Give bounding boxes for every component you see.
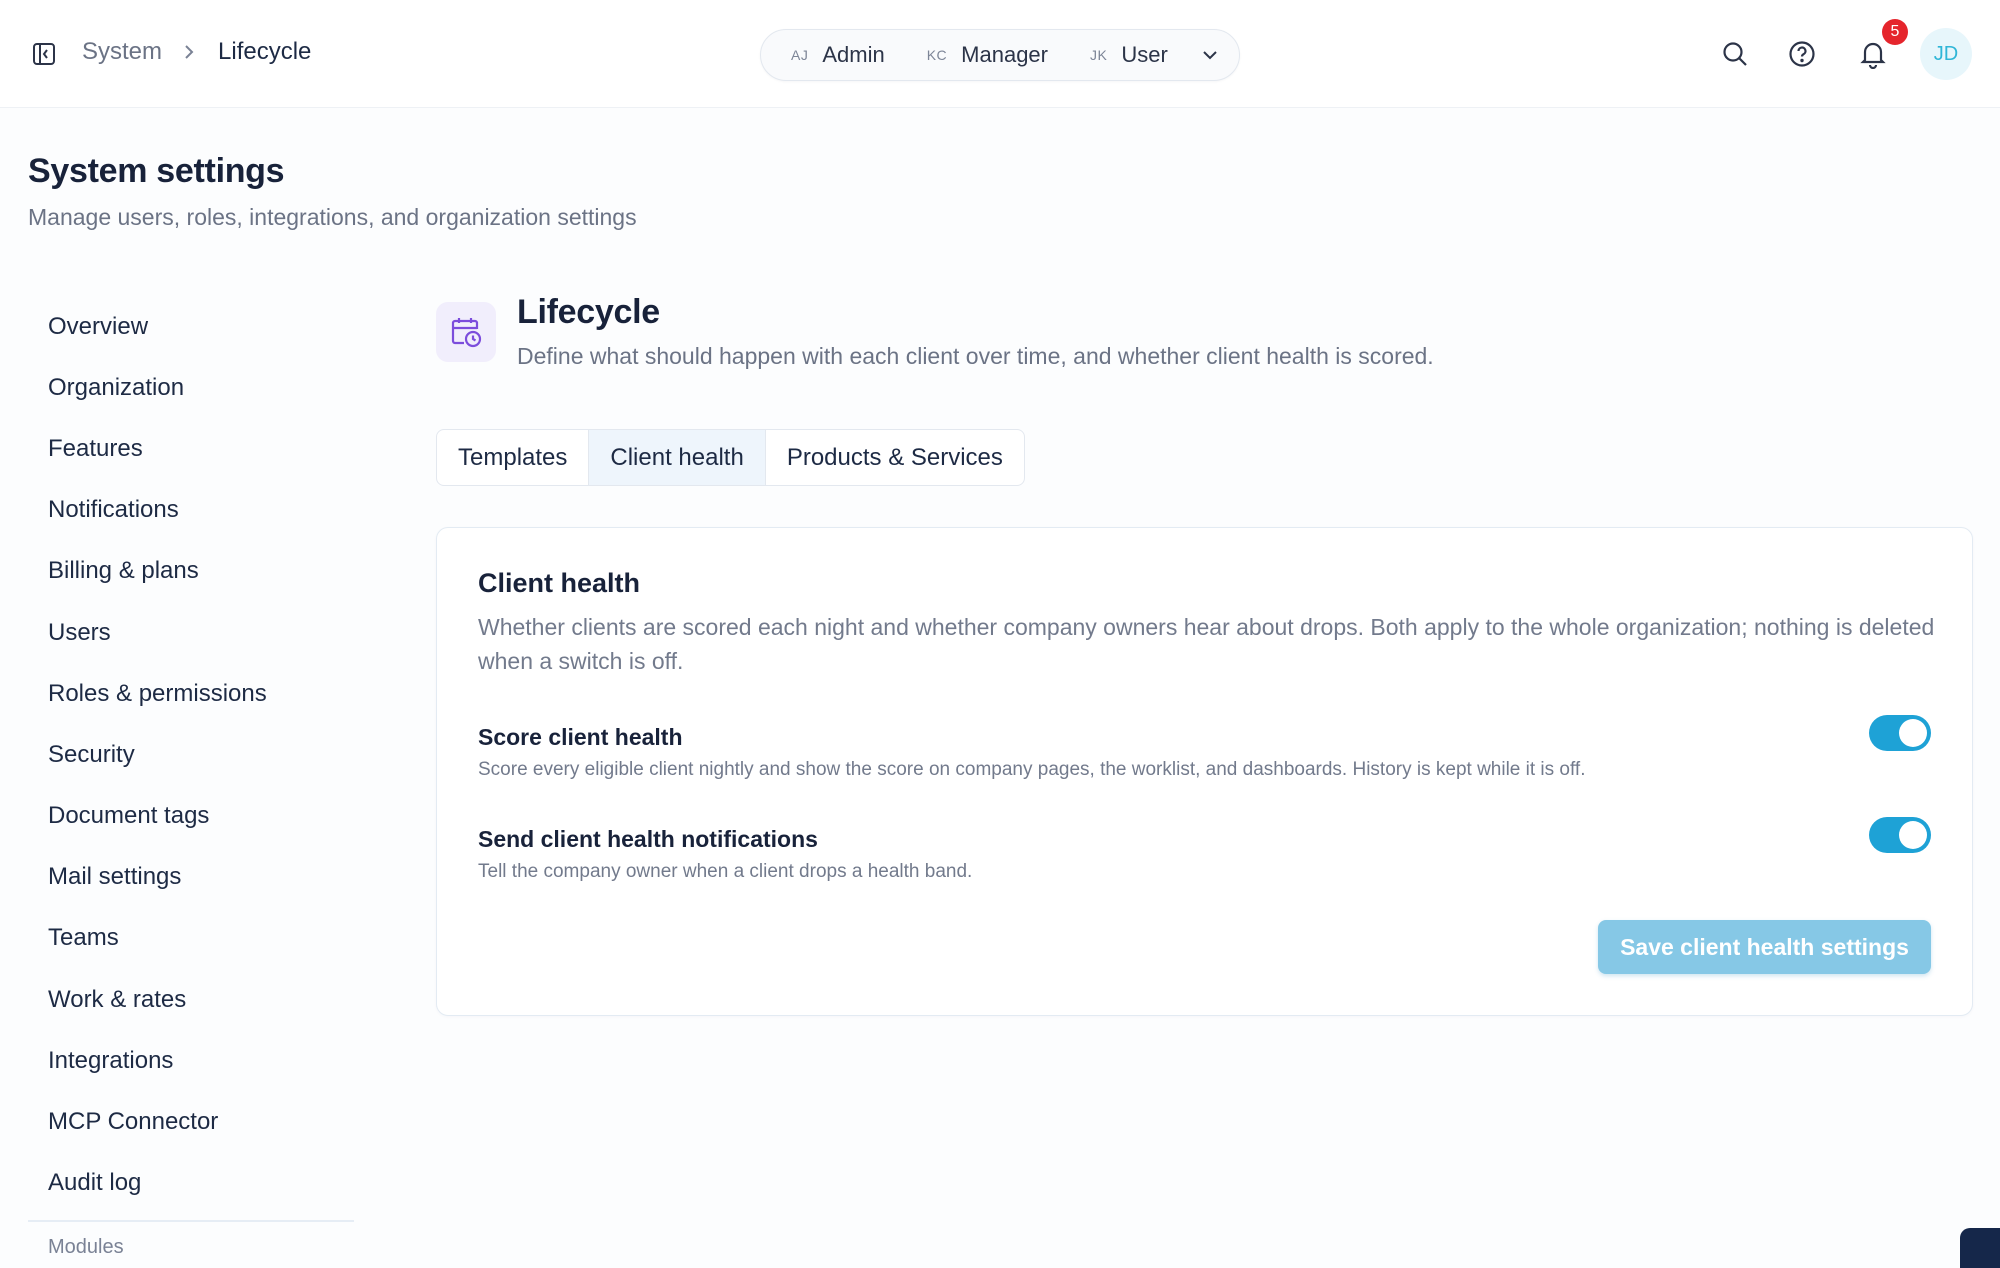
role-label: Manager: [961, 42, 1048, 67]
tab-templates[interactable]: Templates: [437, 430, 588, 485]
role-initials: AJ: [791, 47, 809, 63]
toggle-knob: [1899, 719, 1927, 747]
bell-icon[interactable]: [1857, 38, 1889, 70]
role-label: User: [1121, 42, 1168, 67]
page-title: System settings: [28, 152, 285, 190]
sidebar-section-label: Modules: [48, 1236, 124, 1258]
send-notifications-toggle[interactable]: [1869, 817, 1931, 853]
sidebar-item-notifications[interactable]: Notifications: [48, 480, 267, 541]
sidebar-item-roles[interactable]: Roles & permissions: [48, 663, 267, 724]
sidebar-item-mail-settings[interactable]: Mail settings: [48, 847, 267, 908]
card-title: Client health: [478, 568, 641, 598]
card-description: Whether clients are scored each night an…: [478, 614, 1935, 674]
tab-products-services[interactable]: Products & Services: [764, 430, 1024, 485]
setting-title-notifications: Send client health notifications: [478, 826, 818, 852]
section-tabs: Templates Client health Products & Servi…: [436, 429, 1025, 486]
setting-description-score: Score every eligible client nightly and …: [478, 759, 1586, 780]
tab-client-health[interactable]: Client health: [588, 430, 765, 485]
sidebar-item-mcp-connector[interactable]: MCP Connector: [48, 1091, 267, 1152]
sidebar-item-security[interactable]: Security: [48, 724, 267, 785]
role-switcher[interactable]: AJ Admin KC Manager JK User: [760, 29, 1240, 81]
role-option-user[interactable]: JK User: [1090, 42, 1168, 68]
setting-title-score: Score client health: [478, 724, 683, 750]
search-icon[interactable]: [1719, 38, 1751, 70]
role-initials: KC: [926, 47, 948, 63]
breadcrumb-current: Lifecycle: [218, 38, 312, 65]
sidebar-item-document-tags[interactable]: Document tags: [48, 786, 267, 847]
sidebar-divider: [28, 1220, 354, 1222]
breadcrumb: System Lifecycle: [82, 38, 311, 66]
save-client-health-button[interactable]: Save client health settings: [1598, 920, 1931, 974]
calendar-clock-icon: [436, 302, 496, 362]
notification-badge: 5: [1882, 19, 1908, 45]
breadcrumb-root[interactable]: System: [82, 38, 162, 66]
sidebar-toggle-icon[interactable]: [30, 40, 58, 68]
sidebar-item-organization[interactable]: Organization: [48, 357, 267, 418]
section-description: Define what should happen with each clie…: [517, 343, 1434, 369]
page-subtitle: Manage users, roles, integrations, and o…: [28, 204, 637, 230]
sidebar-item-audit-log[interactable]: Audit log: [48, 1153, 267, 1214]
sidebar-item-features[interactable]: Features: [48, 418, 267, 479]
sidebar-item-integrations[interactable]: Integrations: [48, 1030, 267, 1091]
top-bar: System Lifecycle AJ Admin KC Manager JK …: [0, 0, 2000, 108]
role-option-manager[interactable]: KC Manager: [927, 42, 1048, 68]
sidebar-item-teams[interactable]: Teams: [48, 908, 267, 969]
sidebar-item-users[interactable]: Users: [48, 602, 267, 663]
sidebar-item-billing[interactable]: Billing & plans: [48, 541, 267, 602]
help-icon[interactable]: [1786, 38, 1818, 70]
role-option-admin[interactable]: AJ Admin: [791, 42, 885, 68]
score-client-health-toggle[interactable]: [1869, 715, 1931, 751]
chevron-right-icon: [182, 44, 196, 60]
settings-nav: Overview Organization Features Notificat…: [48, 296, 267, 1214]
client-health-card: Client health Whether clients are scored…: [436, 527, 1973, 1016]
section-title: Lifecycle: [517, 293, 660, 331]
chevron-down-icon[interactable]: [1199, 44, 1221, 66]
role-initials: JK: [1090, 47, 1108, 63]
avatar[interactable]: JD: [1920, 28, 1972, 80]
toggle-knob: [1899, 821, 1927, 849]
sidebar-item-work-rates[interactable]: Work & rates: [48, 969, 267, 1030]
setting-description-notifications: Tell the company owner when a client dro…: [478, 861, 973, 882]
sidebar-item-overview[interactable]: Overview: [48, 296, 267, 357]
role-label: Admin: [822, 42, 885, 67]
assistant-launcher[interactable]: [1960, 1228, 2000, 1268]
